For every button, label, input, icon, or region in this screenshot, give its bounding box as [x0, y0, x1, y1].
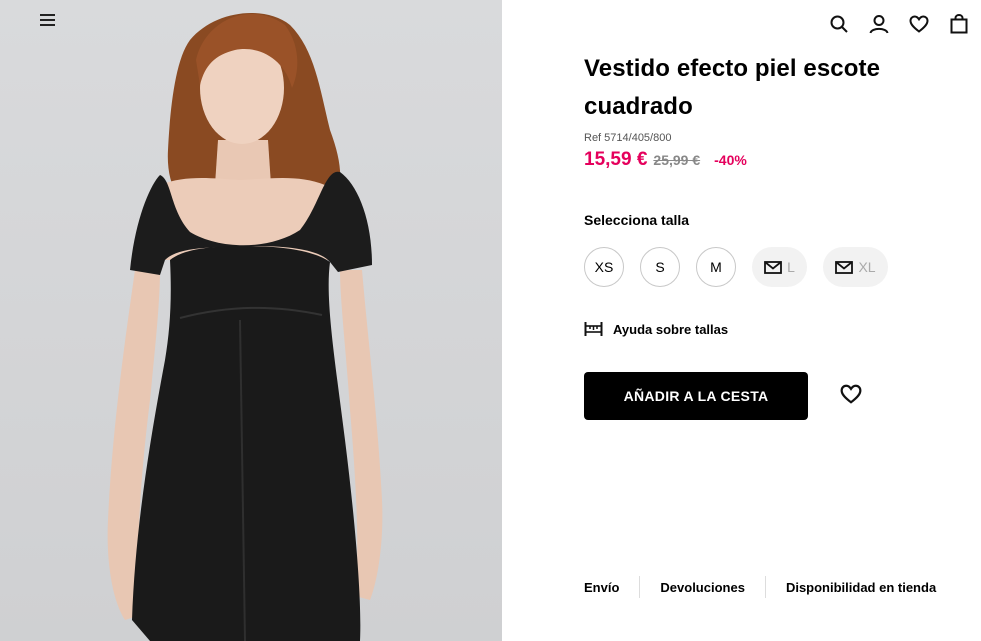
size-selector: XS S M L XL	[584, 247, 888, 287]
tab-envio[interactable]: Envío	[584, 580, 619, 595]
product-ref: Ref 5714/405/800	[584, 132, 672, 144]
size-help-label: Ayuda sobre tallas	[613, 321, 729, 337]
size-option-s[interactable]: S	[640, 247, 680, 287]
header-icons	[829, 12, 969, 36]
mail-icon	[835, 260, 854, 274]
heart-icon	[909, 15, 929, 33]
product-page: Vestido efecto piel escote cuadrado Ref …	[0, 0, 981, 641]
search-button[interactable]	[829, 12, 849, 36]
divider	[639, 576, 641, 598]
product-title: Vestido efecto piel escote cuadrado	[584, 55, 881, 120]
user-icon	[869, 15, 889, 34]
search-icon	[830, 15, 848, 33]
tab-devoluciones[interactable]: Devoluciones	[660, 580, 745, 595]
size-help-link[interactable]: Ayuda sobre tallas	[584, 321, 728, 337]
size-option-m[interactable]: M	[696, 247, 736, 287]
add-to-cart-button[interactable]: AÑADIR A LA CESTA	[584, 372, 808, 420]
old-price: 25,99 €	[653, 152, 701, 168]
menu-button[interactable]	[40, 12, 58, 30]
cart-button[interactable]	[949, 12, 969, 36]
ruler-icon	[584, 322, 603, 336]
product-image	[0, 0, 502, 641]
discount-badge: -40%	[714, 152, 747, 168]
account-button[interactable]	[869, 12, 889, 36]
size-option-xs[interactable]: XS	[584, 247, 624, 287]
heart-icon	[840, 384, 862, 404]
size-option-l[interactable]: L	[752, 247, 807, 287]
current-price: 15,59 €	[584, 149, 648, 170]
bag-icon	[950, 14, 968, 34]
size-option-xl[interactable]: XL	[823, 247, 888, 287]
size-label: Selecciona talla	[584, 212, 690, 228]
mail-icon	[764, 260, 782, 274]
info-tabs: Envío Devoluciones Disponibilidad en tie…	[584, 576, 936, 598]
product-info: Vestido efecto piel escote cuadrado Ref …	[584, 50, 944, 171]
menu-icon	[40, 14, 55, 16]
tab-disponibilidad[interactable]: Disponibilidad en tienda	[786, 580, 936, 595]
wishlist-button[interactable]	[909, 12, 929, 36]
price-row: 15,59 € 25,99 € -40%	[584, 149, 944, 171]
divider	[764, 576, 766, 598]
model-photo	[107, 13, 383, 641]
add-to-wishlist-button[interactable]	[840, 384, 862, 406]
